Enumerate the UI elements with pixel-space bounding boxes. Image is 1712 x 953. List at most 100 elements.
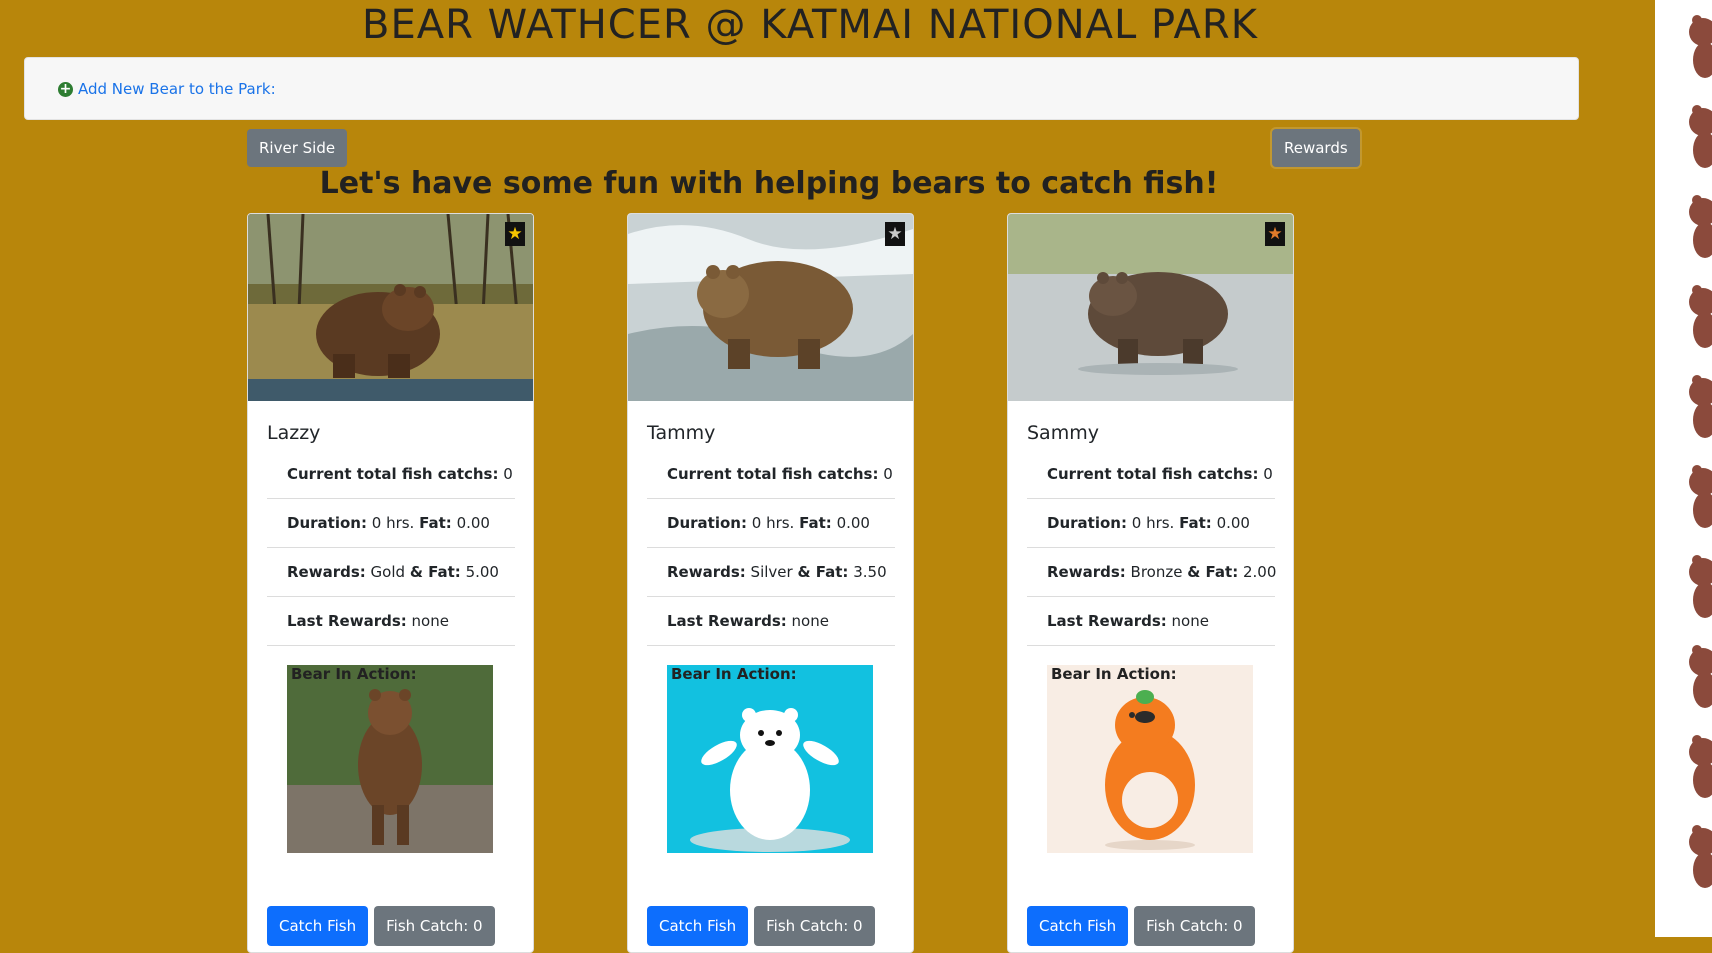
hrs-label: hrs. <box>386 514 415 532</box>
bear-name: Sammy <box>1027 422 1099 444</box>
card-buttons: Catch Fish Fish Catch: 0 <box>647 906 875 946</box>
reward-fat-label: & Fat: <box>1187 563 1239 581</box>
duration-label: Duration: <box>287 514 367 532</box>
fat-label: Fat: <box>799 514 832 532</box>
reward-fat-label: & Fat: <box>409 563 461 581</box>
last-rewards-label: Last Rewards: <box>667 612 787 630</box>
bear-name: Tammy <box>647 422 716 444</box>
total-catch-value: 0 <box>1263 465 1273 483</box>
reward-value: Bronze <box>1130 563 1183 581</box>
bear-pattern-icon <box>1689 105 1712 168</box>
reward-value: Silver <box>750 563 793 581</box>
duration-label: Duration: <box>667 514 747 532</box>
bear-in-action-label: Bear In Action: <box>671 665 797 683</box>
fish-catch-count-button[interactable]: Fish Catch: 0 <box>754 906 875 946</box>
card-buttons: Catch Fish Fish Catch: 0 <box>1027 906 1255 946</box>
bear-photo <box>628 214 913 401</box>
catch-fish-button[interactable]: Catch Fish <box>267 906 369 946</box>
bear-in-action: Bear In Action: <box>287 665 493 853</box>
bear-stats-list: Current total fish catchs: 0 Duration: 0… <box>1027 450 1277 646</box>
bear-pattern-icon <box>1689 465 1712 528</box>
duration-row: Duration: 0 hrs. Fat: 0.00 <box>1027 499 1275 548</box>
hrs-label: hrs. <box>766 514 795 532</box>
fat-value: 0.00 <box>1216 514 1250 532</box>
fat-value: 0.00 <box>456 514 490 532</box>
last-rewards-row: Last Rewards: none <box>267 597 515 646</box>
rewards-button[interactable]: Rewards <box>1272 129 1360 167</box>
hrs-label: hrs. <box>1146 514 1175 532</box>
reward-fat-value: 3.50 <box>853 563 887 581</box>
duration-row: Duration: 0 hrs. Fat: 0.00 <box>647 499 895 548</box>
bear-pattern-strip <box>1655 0 1712 937</box>
add-bear-panel: + Add New Bear to the Park: <box>24 57 1579 120</box>
catch-fish-button[interactable]: Catch Fish <box>1027 906 1129 946</box>
fish-catch-count-button[interactable]: Fish Catch: 0 <box>374 906 495 946</box>
add-new-bear-link[interactable]: + Add New Bear to the Park: <box>58 80 276 98</box>
bear-pattern-icon <box>1689 735 1712 798</box>
bear-pattern-icon <box>1689 285 1712 348</box>
duration-row: Duration: 0 hrs. Fat: 0.00 <box>267 499 515 548</box>
bear-in-action-label: Bear In Action: <box>291 665 417 683</box>
last-rewards-value: none <box>411 612 449 630</box>
bear-pattern-icon <box>1689 15 1712 78</box>
rewards-label: Rewards: <box>1047 563 1126 581</box>
bear-action-image <box>287 665 493 853</box>
reward-fat-value: 5.00 <box>465 563 499 581</box>
fat-label: Fat: <box>419 514 452 532</box>
reward-fat-value: 2.00 <box>1243 563 1277 581</box>
reward-value: Gold <box>370 563 406 581</box>
rewards-row: Rewards: Gold & Fat: 5.00 <box>267 548 515 597</box>
duration-label: Duration: <box>1047 514 1127 532</box>
rewards-row: Rewards: Bronze & Fat: 2.00 <box>1027 548 1277 597</box>
bear-pattern-icon <box>1689 645 1712 708</box>
bear-card: ★ Tammy Current total fish catchs: 0 Dur… <box>627 213 914 953</box>
total-catch-label: Current total fish catchs: <box>287 465 499 483</box>
add-new-bear-label: Add New Bear to the Park: <box>78 80 276 98</box>
bear-card: ★ Sammy Current total fish catchs: 0 Dur… <box>1007 213 1294 953</box>
total-catch-row: Current total fish catchs: 0 <box>1027 450 1275 499</box>
bear-action-image <box>667 665 873 853</box>
card-buttons: Catch Fish Fish Catch: 0 <box>267 906 495 946</box>
duration-value: 0 <box>1131 514 1142 532</box>
duration-value: 0 <box>751 514 762 532</box>
bear-name: Lazzy <box>267 422 321 444</box>
total-catch-label: Current total fish catchs: <box>667 465 879 483</box>
bear-pattern-icon <box>1689 555 1712 618</box>
silver-star-icon: ★ <box>885 222 905 246</box>
fat-value: 0.00 <box>836 514 870 532</box>
bear-in-action: Bear In Action: <box>667 665 873 853</box>
bear-pattern-icon <box>1689 195 1712 258</box>
fun-heading: Let's have some fun with helping bears t… <box>319 166 1219 201</box>
total-catch-value: 0 <box>503 465 513 483</box>
bronze-star-icon: ★ <box>1265 222 1285 246</box>
bear-photo <box>248 214 533 401</box>
rewards-row: Rewards: Silver & Fat: 3.50 <box>647 548 895 597</box>
app: BEAR WATHCER @ KATMAI NATIONAL PARK + Ad… <box>0 0 1712 953</box>
duration-value: 0 <box>371 514 382 532</box>
catch-fish-button[interactable]: Catch Fish <box>647 906 749 946</box>
total-catch-row: Current total fish catchs: 0 <box>647 450 895 499</box>
fish-catch-count-button[interactable]: Fish Catch: 0 <box>1134 906 1255 946</box>
bear-pattern-icon <box>1689 825 1712 888</box>
last-rewards-label: Last Rewards: <box>287 612 407 630</box>
plus-circle-icon: + <box>58 80 73 97</box>
total-catch-value: 0 <box>883 465 893 483</box>
rewards-label: Rewards: <box>667 563 746 581</box>
bear-card: ★ Lazzy Current total fish catchs: 0 Dur… <box>247 213 534 953</box>
bear-stats-list: Current total fish catchs: 0 Duration: 0… <box>647 450 895 646</box>
last-rewards-value: none <box>1171 612 1209 630</box>
river-side-button[interactable]: River Side <box>247 129 348 167</box>
last-rewards-row: Last Rewards: none <box>647 597 895 646</box>
total-catch-row: Current total fish catchs: 0 <box>267 450 515 499</box>
bear-in-action-label: Bear In Action: <box>1051 665 1177 683</box>
bear-pattern-icon <box>1689 375 1712 438</box>
main-area: BEAR WATHCER @ KATMAI NATIONAL PARK + Ad… <box>0 0 1655 953</box>
bear-photo <box>1008 214 1293 401</box>
page-title: BEAR WATHCER @ KATMAI NATIONAL PARK <box>362 2 1258 48</box>
gold-star-icon: ★ <box>505 222 525 246</box>
rewards-label: Rewards: <box>287 563 366 581</box>
last-rewards-value: none <box>791 612 829 630</box>
reward-fat-label: & Fat: <box>797 563 849 581</box>
bear-in-action: Bear In Action: <box>1047 665 1253 853</box>
bear-action-image <box>1047 665 1253 853</box>
